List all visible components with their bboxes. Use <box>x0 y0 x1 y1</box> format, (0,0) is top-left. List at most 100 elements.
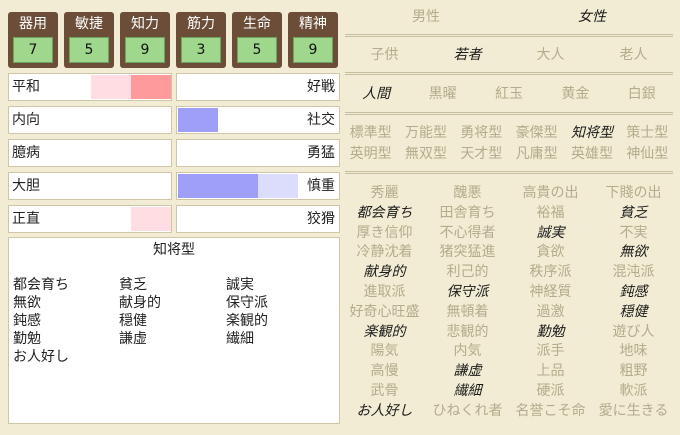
gender-option[interactable]: 男性 <box>343 8 509 26</box>
attributes-option[interactable]: 愛に生きる <box>592 402 675 420</box>
types-option[interactable]: 天才型 <box>454 145 509 163</box>
trait-peaceful-bar[interactable]: 平和 <box>8 73 172 101</box>
age-option[interactable]: 老人 <box>592 46 675 64</box>
attributes-option[interactable]: 遊び人 <box>592 323 675 341</box>
trait-honest-bar[interactable]: 正直 <box>8 205 172 233</box>
age-option[interactable]: 子供 <box>343 46 426 64</box>
attributes-option[interactable]: 混沌派 <box>592 263 675 281</box>
stat-value[interactable]: 5 <box>69 37 109 63</box>
attributes-option[interactable]: 過激 <box>509 303 592 321</box>
stat-label: 知力 <box>131 16 159 32</box>
stat-label: 敏捷 <box>75 16 103 32</box>
peaceful-level-light <box>91 75 131 99</box>
attributes-option[interactable]: 利己的 <box>426 263 509 281</box>
attributes-option[interactable]: 猪突猛進 <box>426 243 509 261</box>
types-option[interactable]: 英明型 <box>343 145 398 163</box>
summary-trait: 謙虚 <box>119 331 147 347</box>
attributes-option[interactable]: 高貴の出 <box>509 184 592 202</box>
race-option[interactable]: 黄金 <box>542 85 608 103</box>
attributes-option[interactable]: 好奇心旺盛 <box>343 303 426 321</box>
attributes-option[interactable]: 不実 <box>592 224 675 242</box>
section-divider <box>345 171 673 174</box>
attributes-option[interactable]: 粗野 <box>592 362 675 380</box>
types-option[interactable]: 知将型 <box>564 124 619 142</box>
trait-belligerent-bar[interactable]: 好戦 <box>176 73 340 101</box>
types-option[interactable]: 凡庸型 <box>509 145 564 163</box>
types-option[interactable]: 無双型 <box>398 145 453 163</box>
attributes-option[interactable]: 誠実 <box>509 224 592 242</box>
attributes-option[interactable]: 冷静沈着 <box>343 243 426 261</box>
stat-strength: 筋力 3 <box>176 12 226 68</box>
stat-value[interactable]: 9 <box>293 37 333 63</box>
attributes-option[interactable]: 高慢 <box>343 362 426 380</box>
types-option[interactable]: 策士型 <box>620 124 675 142</box>
trait-social-bar[interactable]: 社交 <box>176 106 340 134</box>
race-option[interactable]: 人間 <box>343 85 409 103</box>
attributes-option[interactable]: 繊細 <box>426 382 509 400</box>
attributes-option[interactable]: 上品 <box>509 362 592 380</box>
attributes-option[interactable]: 悲観的 <box>426 323 509 341</box>
honest-level-light <box>131 207 171 231</box>
race-option[interactable]: 紅玉 <box>476 85 542 103</box>
race-option[interactable]: 白銀 <box>609 85 675 103</box>
attributes-option[interactable]: 鈍感 <box>592 283 675 301</box>
summary-trait: お人好し <box>13 349 69 365</box>
trait-cunning-bar[interactable]: 狡猾 <box>176 205 340 233</box>
attributes-option[interactable]: 軟派 <box>592 382 675 400</box>
types-option[interactable]: 万能型 <box>398 124 453 142</box>
attributes-option[interactable]: 地味 <box>592 342 675 360</box>
attributes-option[interactable]: 楽観的 <box>343 323 426 341</box>
attributes-option[interactable]: 不心得者 <box>426 224 509 242</box>
stat-value[interactable]: 9 <box>125 37 165 63</box>
trait-brave-bar[interactable]: 勇猛 <box>176 139 340 167</box>
attributes-option[interactable]: 厚き信仰 <box>343 224 426 242</box>
attributes-option[interactable]: 硬派 <box>509 382 592 400</box>
types-option[interactable]: 神仙型 <box>620 145 675 163</box>
attributes-option[interactable]: 無頓着 <box>426 303 509 321</box>
stat-value[interactable]: 7 <box>13 37 53 63</box>
stat-value[interactable]: 5 <box>237 37 277 63</box>
trait-introvert-bar[interactable]: 内向 <box>8 106 172 134</box>
attributes-option[interactable]: 田舎育ち <box>426 204 509 222</box>
stat-value[interactable]: 3 <box>181 37 221 63</box>
summary-trait: 鈍感 <box>13 313 41 329</box>
types-option[interactable]: 標準型 <box>343 124 398 142</box>
attributes-option[interactable]: 無欲 <box>592 243 675 261</box>
attributes-option[interactable]: お人好し <box>343 402 426 420</box>
trait-bold-bar[interactable]: 大胆 <box>8 172 172 200</box>
gender-option[interactable]: 女性 <box>509 8 675 26</box>
trait-cautious-bar[interactable]: 慎重 <box>176 172 340 200</box>
attributes-option[interactable]: 裕福 <box>509 204 592 222</box>
attributes-option[interactable]: 秀麗 <box>343 184 426 202</box>
attributes-option[interactable]: 献身的 <box>343 263 426 281</box>
attributes-option[interactable]: 貪欲 <box>509 243 592 261</box>
attributes-option[interactable]: 派手 <box>509 342 592 360</box>
attributes-option[interactable]: 陽気 <box>343 342 426 360</box>
attributes-option[interactable]: 神経質 <box>509 283 592 301</box>
attributes-option[interactable]: 内気 <box>426 342 509 360</box>
types-option[interactable]: 英雄型 <box>564 145 619 163</box>
types-option[interactable]: 勇将型 <box>454 124 509 142</box>
attributes-option[interactable]: 貧乏 <box>592 204 675 222</box>
summary-trait: 誠実 <box>226 277 254 293</box>
types-option[interactable]: 豪傑型 <box>509 124 564 142</box>
attributes-option[interactable]: 下賤の出 <box>592 184 675 202</box>
summary-type-title: 知将型 <box>153 242 195 258</box>
trait-timid-bar[interactable]: 臆病 <box>8 139 172 167</box>
age-option[interactable]: 若者 <box>426 46 509 64</box>
attributes-option[interactable]: 進取派 <box>343 283 426 301</box>
attributes-option[interactable]: 謙虚 <box>426 362 509 380</box>
attributes-option[interactable]: 醜悪 <box>426 184 509 202</box>
attributes-option[interactable]: 武骨 <box>343 382 426 400</box>
race-option[interactable]: 黒曜 <box>409 85 475 103</box>
attributes-option[interactable]: 勤勉 <box>509 323 592 341</box>
attributes-option[interactable]: ひねくれ者 <box>426 402 509 420</box>
trait-left-label: 大胆 <box>12 178 40 194</box>
attributes-option[interactable]: 都会育ち <box>343 204 426 222</box>
attributes-option[interactable]: 秩序派 <box>509 263 592 281</box>
attributes-option[interactable]: 名誉こそ命 <box>509 402 592 420</box>
trait-right-label: 社交 <box>307 112 335 128</box>
age-option[interactable]: 大人 <box>509 46 592 64</box>
attributes-option[interactable]: 穏健 <box>592 303 675 321</box>
attributes-option[interactable]: 保守派 <box>426 283 509 301</box>
